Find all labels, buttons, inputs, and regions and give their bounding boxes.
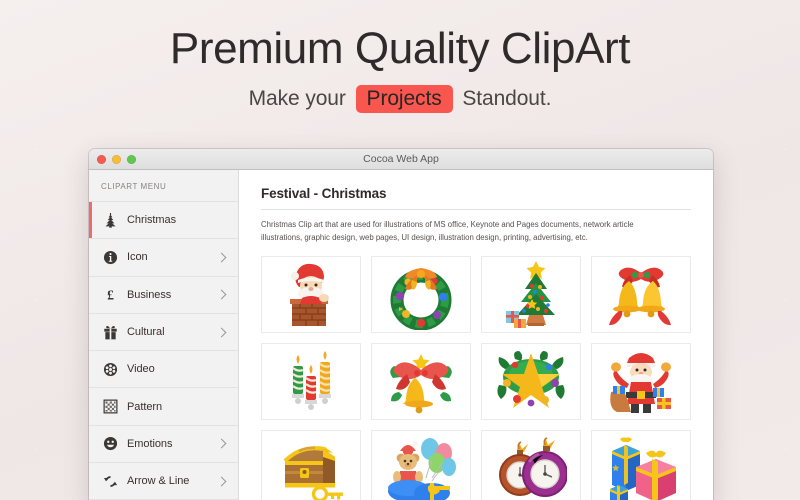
marketing-hero: Premium Quality ClipArt Make your Projec… [0,0,800,148]
golden-bells-with-ribbon-clipart[interactable] [591,256,691,334]
stacked-gift-boxes-clipart[interactable] [591,430,691,500]
refresh-arrows-icon [102,473,118,489]
sidebar-item-label: Emotions [127,437,173,450]
traffic-lights [89,154,136,164]
christmas-tree-icon [102,212,118,228]
sidebar-header: CLIPART MENU [89,170,238,202]
info-circle-icon [102,249,118,265]
treasure-chest-with-key-clipart[interactable] [261,430,361,500]
smiley-face-icon [102,436,118,452]
christmas-candles-clipart[interactable] [261,343,361,421]
chevron-right-icon [216,438,227,449]
sidebar-item-video[interactable]: Video [89,351,238,389]
sidebar-item-label: Business [127,288,172,301]
svg-text:£: £ [107,288,114,303]
sidebar-item-arrow-line[interactable]: Arrow & Line [89,463,238,500]
page-description: Christmas Clip art that are used for ill… [261,220,634,242]
chevron-right-icon [216,327,227,337]
hero-subtitle-before: Make your [248,86,346,110]
gold-star-wreath-clipart[interactable] [481,343,581,421]
sidebar-item-label: Cultural [127,326,165,339]
hero-subtitle-after: Standout. [462,86,552,110]
teddy-bear-with-balloons-clipart[interactable] [371,430,471,500]
chevron-right-icon [216,289,227,300]
sidebar-item-label: Pattern [127,400,163,413]
window-titlebar[interactable]: Cocoa Web App [89,149,713,170]
hero-subtitle-badge: Projects [355,84,453,114]
sidebar-item-label: Christmas [127,214,177,227]
window-title: Cocoa Web App [363,153,439,165]
close-button[interactable] [97,154,106,164]
santa-with-gift-sack-clipart[interactable] [591,343,691,421]
sidebar-item-christmas[interactable]: Christmas [89,202,238,240]
sidebar-item-business[interactable]: £ Business [89,277,238,314]
gift-box-icon [102,324,118,340]
chevron-right-icon [216,252,227,263]
window-body: CLIPART MENU Christmas Icon £ Business C… [89,170,713,500]
santa-in-chimney-clipart[interactable] [261,256,361,334]
checker-pattern-icon [102,399,118,415]
sidebar-item-label: Arrow & Line [127,475,190,488]
content-panel: Festival - Christmas Christmas Clip art … [239,170,713,500]
pound-sign-icon: £ [102,287,118,303]
app-window: Cocoa Web App CLIPART MENU Christmas Ico… [89,149,713,500]
hero-subtitle: Make your Projects Standout. [0,84,800,114]
zoom-button[interactable] [127,154,136,164]
sidebar-item-label: Icon [127,251,148,264]
christmas-tree-with-gifts-clipart[interactable] [481,256,581,334]
page-title: Festival - Christmas [261,186,691,210]
minimize-button[interactable] [112,154,121,164]
sidebar-item-icon[interactable]: Icon [89,239,238,277]
chevron-right-icon [216,476,227,487]
sidebar-item-label: Video [127,363,155,376]
sidebar-item-emotions[interactable]: Emotions [89,426,238,464]
ornament-bombs-with-clocks-clipart[interactable] [481,430,581,500]
bell-with-red-bow-clipart[interactable] [371,343,471,421]
sidebar-item-pattern[interactable]: Pattern [89,388,238,426]
hero-title: Premium Quality ClipArt [169,24,631,73]
sidebar: CLIPART MENU Christmas Icon £ Business C… [89,170,239,500]
clipart-grid [261,256,691,500]
film-reel-icon [102,361,118,377]
sidebar-item-cultural[interactable]: Cultural [89,314,238,352]
christmas-wreath-clipart[interactable] [371,256,471,334]
